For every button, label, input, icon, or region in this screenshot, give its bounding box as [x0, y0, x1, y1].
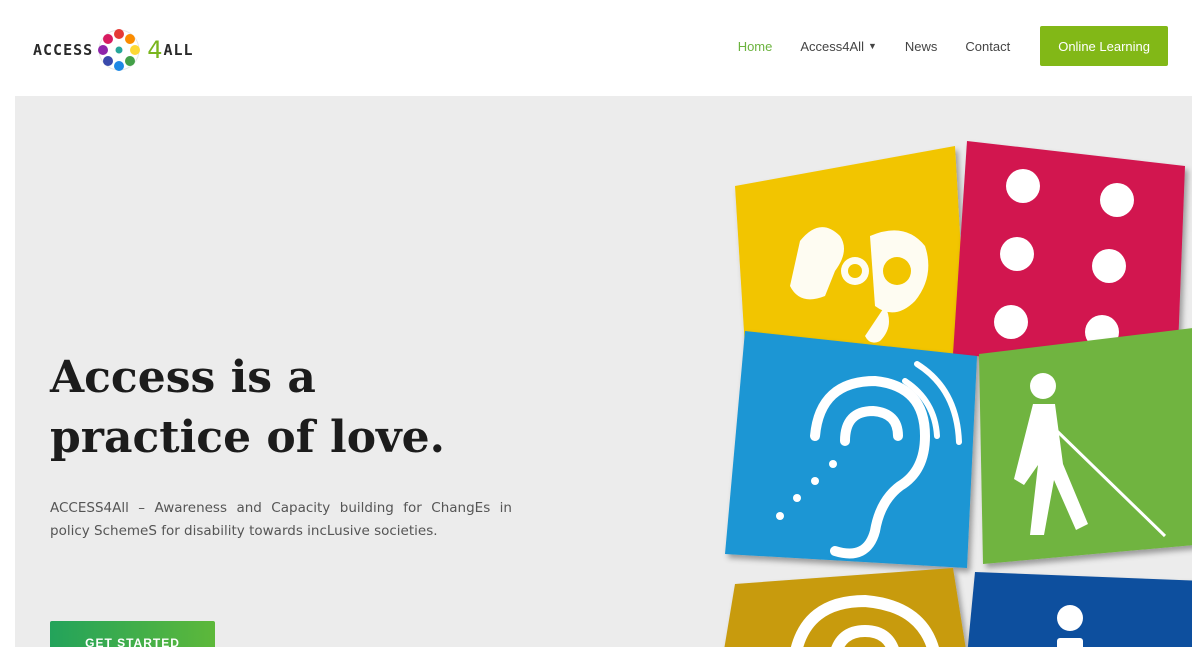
nav-item-access4all-label: Access4All	[800, 38, 864, 54]
site-logo[interactable]: ACCESS 4 ALL	[33, 22, 194, 78]
nav-item-access4all[interactable]: Access4All ▼	[800, 39, 877, 54]
logo-text-four: 4	[147, 36, 164, 64]
main-nav: Home Access4All ▼ News Contact Online Le…	[710, 16, 1192, 76]
hero-section: Access is a practice of love. ACCESS4All…	[15, 96, 1192, 647]
get-started-button[interactable]: GET STARTED	[50, 621, 215, 647]
nav-item-contact[interactable]: Contact	[965, 39, 1010, 54]
online-learning-button[interactable]: Online Learning	[1040, 26, 1168, 66]
logo-text-all: ALL	[163, 41, 194, 59]
accessibility-tiles	[724, 141, 1192, 647]
hero-headline: Access is a practice of love.	[50, 348, 445, 468]
hero-headline-line2: practice of love.	[50, 412, 445, 463]
audio-icon	[724, 568, 966, 647]
blind-cane-icon	[979, 328, 1192, 564]
nav-item-home[interactable]: Home	[738, 39, 773, 54]
hero-headline-line1: Access is a	[50, 352, 316, 403]
information-icon	[967, 572, 1192, 647]
logo-flower-icon	[98, 29, 141, 71]
chevron-down-icon: ▼	[867, 41, 877, 51]
nav-item-news[interactable]: News	[905, 39, 938, 54]
top-strip	[0, 0, 1192, 16]
site-header: ACCESS 4 ALL Home Access4All ▼ News Cont…	[15, 16, 1192, 96]
hearing-assistance-icon	[725, 331, 977, 568]
logo-text-access: ACCESS	[33, 41, 94, 59]
hero-description: ACCESS4All – Awareness and Capacity buil…	[50, 500, 512, 539]
